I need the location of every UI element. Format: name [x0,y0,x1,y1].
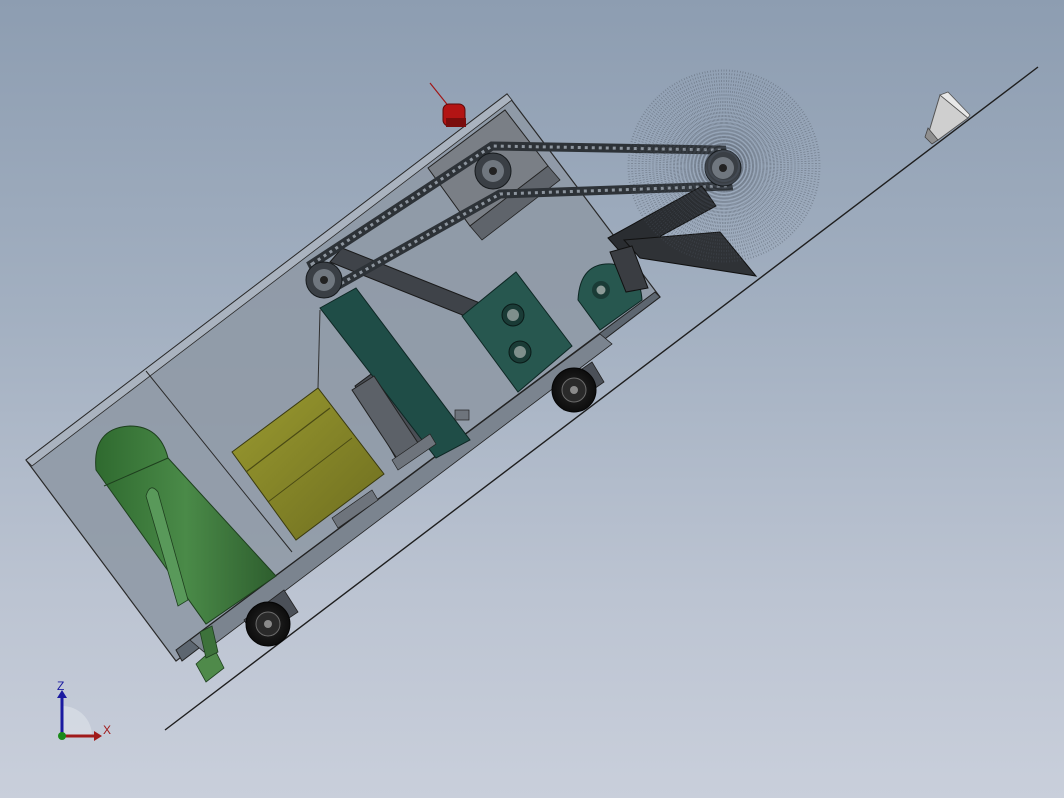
brush-bristle [735,173,804,224]
coordinate-triad: Z X [57,679,111,741]
brush-bristle [736,120,811,160]
brush-bristle [732,88,785,156]
sprocket-middle[interactable] [474,152,512,190]
brush-bristle [678,79,718,154]
brush-bristle [626,162,711,166]
brush-bristle [737,162,822,166]
sprocket-left[interactable] [305,261,343,299]
brush-bristle [737,166,822,170]
brush-bristle [732,176,785,244]
brush-bristle [735,108,804,159]
brush-bristle [734,99,797,157]
brush-bristle [626,166,711,170]
brush-bristle [734,105,802,158]
y-axis-icon [58,732,66,740]
warning-beacon[interactable] [429,82,466,127]
x-axis-label: X [103,723,111,737]
brush-bristle [730,177,775,251]
brush-bristle [731,177,782,246]
brush-bristle [673,81,718,155]
brush-bristle [731,86,782,155]
brush-bristle [724,68,728,153]
brush-bristle [735,172,809,217]
triad-quarter-disc [62,706,92,736]
cad-model-scene[interactable]: Z X [0,0,1064,798]
brush-bristle [733,93,791,156]
brush-bristle [730,79,770,154]
brush-arm[interactable] [607,185,758,293]
brush-bristle [734,174,802,227]
brush-bristle [730,81,775,155]
brush-bristle [720,68,724,153]
brush-bristle [734,175,797,233]
brush-bristle [735,115,809,160]
brush-bristle [666,86,717,155]
z-axis-label: Z [57,679,64,693]
brush-bristle [733,176,791,239]
brush-bristle [736,172,811,212]
brush-bristle [730,178,770,253]
cad-viewport[interactable]: Z X [0,0,1064,798]
